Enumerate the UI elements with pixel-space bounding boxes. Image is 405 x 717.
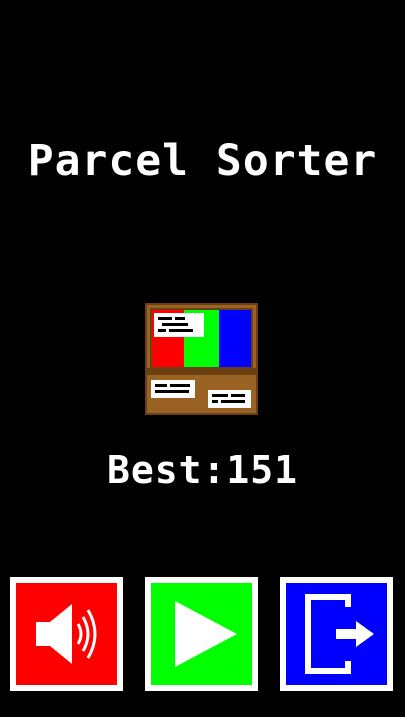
- game-title: Parcel Sorter: [27, 136, 378, 186]
- best-score-value: 151: [226, 448, 299, 492]
- best-score-separator: :: [202, 448, 227, 492]
- best-score: Best:151: [0, 446, 405, 494]
- exit-icon: [286, 583, 387, 685]
- exit-button[interactable]: [280, 577, 393, 691]
- speaker-icon: [16, 583, 117, 685]
- play-button[interactable]: [145, 577, 258, 691]
- play-icon: [151, 583, 252, 685]
- sound-button[interactable]: [10, 577, 123, 691]
- sorting-crate-icon: [145, 303, 258, 415]
- best-score-label: Best: [106, 448, 203, 492]
